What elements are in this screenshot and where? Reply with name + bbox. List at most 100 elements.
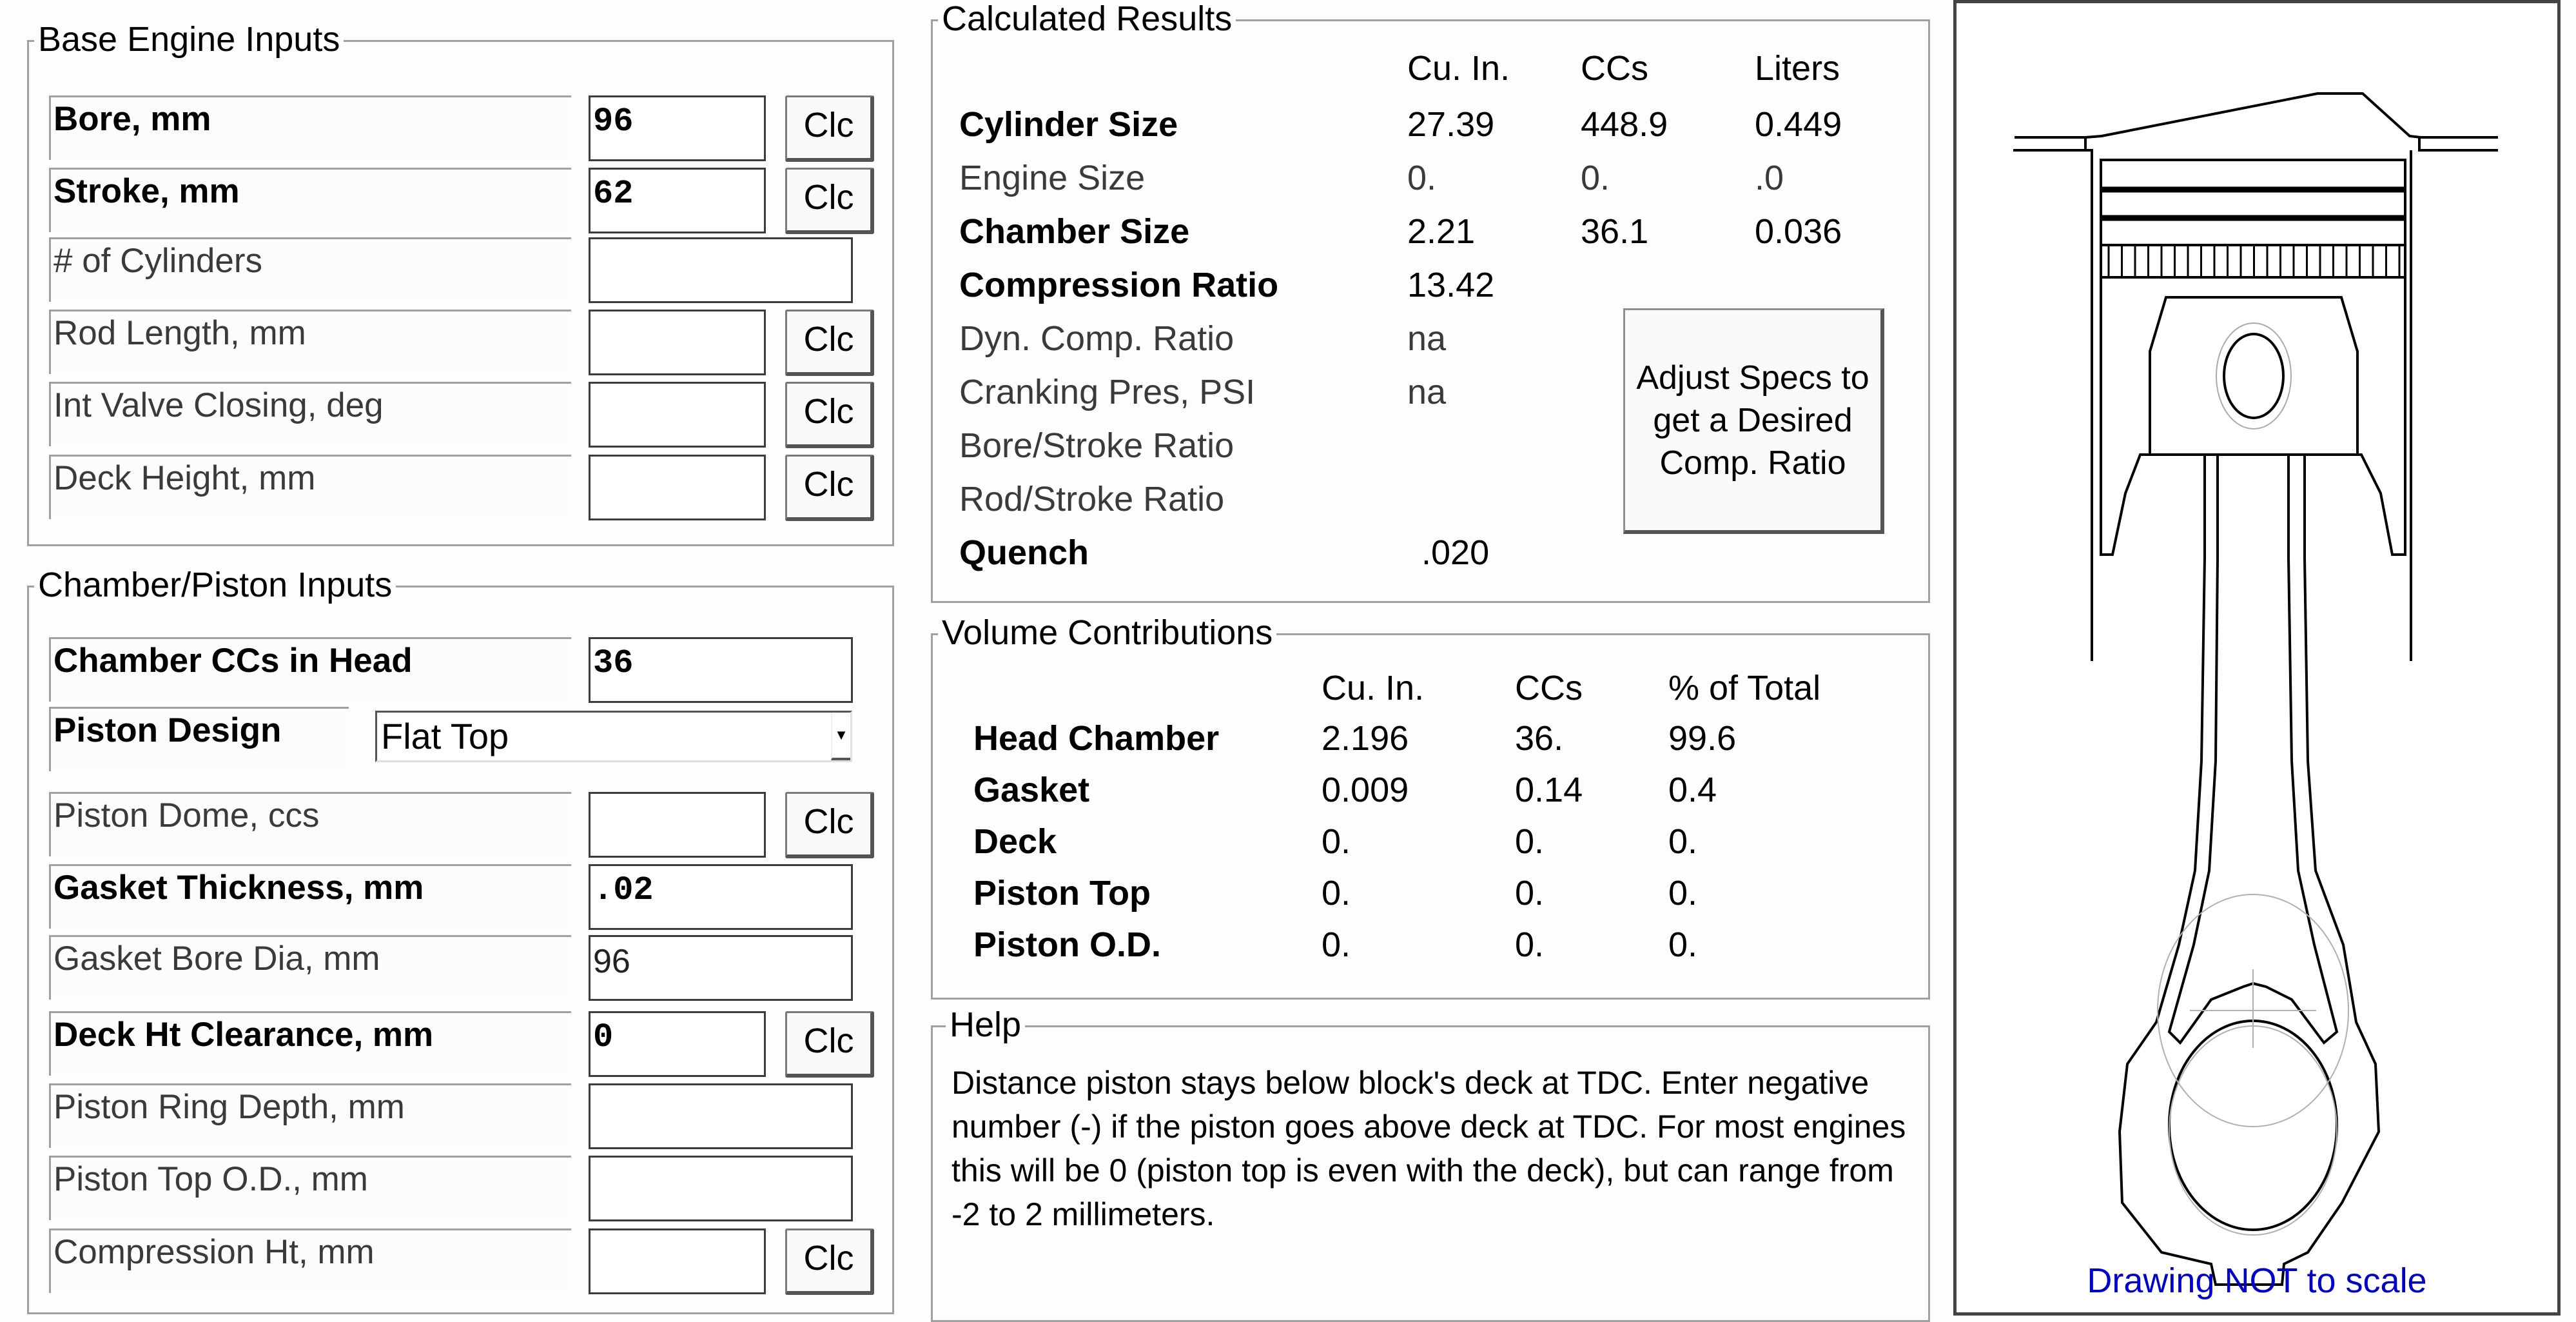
clc-button[interactable]: Clc <box>785 1228 874 1295</box>
calc-value: 27.39 <box>1407 105 1495 144</box>
chamber-input-label: Piston Top O.D., mm <box>49 1156 571 1220</box>
volume-value: 0. <box>1515 822 1545 861</box>
calc-value: 13.42 <box>1407 266 1495 304</box>
calc-value: 0. <box>1581 159 1610 197</box>
base-input-field[interactable] <box>589 237 853 303</box>
base-input-field[interactable] <box>589 310 766 375</box>
adjust-specs-label: Adjust Specs to get a Desired Comp. Rati… <box>1636 359 1869 482</box>
base-input-label: Bore, mm <box>49 95 571 160</box>
calculated-results-title: Calculated Results <box>938 0 1236 38</box>
calc-row-label: Compression Ratio <box>959 266 1279 304</box>
volume-contributions-title: Volume Contributions <box>938 613 1277 652</box>
volume-value: 0. <box>1322 925 1351 964</box>
engine-drawing-panel: Drawing NOT to scale <box>1953 0 2561 1316</box>
volume-row-label: Gasket <box>973 771 1090 809</box>
piston-rod-drawing <box>2013 92 2498 1286</box>
chamber-input-label: Gasket Bore Dia, mm <box>49 935 571 1000</box>
volume-value: 0. <box>1668 874 1698 913</box>
volume-row-label: Piston Top <box>973 874 1151 913</box>
volume-column-header: % of Total <box>1668 669 1821 707</box>
clc-button[interactable]: Clc <box>785 792 874 858</box>
calc-value: na <box>1407 319 1447 358</box>
volume-value: 0.14 <box>1515 771 1583 809</box>
base-input-field[interactable]: 62 <box>589 168 766 233</box>
chamber-input-field[interactable]: 0 <box>589 1011 766 1077</box>
piston-design-label: Piston Design <box>49 707 349 771</box>
wrist-pin-boss <box>2216 322 2292 429</box>
chamber-input-label: Deck Ht Clearance, mm <box>49 1011 571 1076</box>
base-input-label: Int Valve Closing, deg <box>49 382 571 446</box>
piston-design-select[interactable]: Flat Top ▼ <box>375 711 852 762</box>
base-input-label: Deck Height, mm <box>49 455 571 519</box>
clc-button[interactable]: Clc <box>785 455 874 521</box>
help-title: Help <box>946 1005 1026 1044</box>
calc-value: .0 <box>1755 159 1784 197</box>
clc-button[interactable]: Clc <box>785 168 874 234</box>
crank-reference-circles <box>2157 894 2349 1236</box>
dropdown-arrow-icon[interactable]: ▼ <box>831 713 850 760</box>
chamber-input-label: Gasket Thickness, mm <box>49 864 571 929</box>
volume-value: 0. <box>1515 925 1545 964</box>
calc-row-label: Chamber Size <box>959 212 1190 251</box>
calc-row-label: Rod/Stroke Ratio <box>959 480 1225 518</box>
connecting-rod-outline <box>2118 455 2381 1286</box>
chamber-input-label: Piston Ring Depth, mm <box>49 1083 571 1148</box>
calc-column-header: CCs <box>1581 49 1648 88</box>
calc-row-label: Bore/Stroke Ratio <box>959 426 1234 465</box>
calc-row-label: Engine Size <box>959 159 1146 197</box>
volume-value: 36. <box>1515 719 1564 758</box>
chamber-input-field[interactable] <box>589 1228 766 1294</box>
chamber-input-field[interactable]: .02 <box>589 864 853 930</box>
base-input-label: Stroke, mm <box>49 168 571 232</box>
clc-button[interactable]: Clc <box>785 310 874 376</box>
calc-row-label: Dyn. Comp. Ratio <box>959 319 1234 358</box>
chamber-input-field[interactable] <box>589 1156 853 1221</box>
base-engine-inputs-title: Base Engine Inputs <box>34 20 344 59</box>
calc-value: 0. <box>1407 159 1437 197</box>
base-input-field[interactable]: 96 <box>589 95 766 161</box>
volume-column-header: CCs <box>1515 669 1583 707</box>
calc-value: na <box>1407 373 1447 411</box>
clc-button[interactable]: Clc <box>785 1011 874 1078</box>
calc-column-header: Liters <box>1755 49 1840 88</box>
chamber-input-label: Piston Dome, ccs <box>49 792 571 856</box>
chamber-ccs-label: Chamber CCs in Head <box>49 637 571 702</box>
calc-value: 36.1 <box>1581 212 1649 251</box>
help-text: Distance piston stays below block's deck… <box>951 1065 1906 1232</box>
volume-row-label: Deck <box>973 822 1057 861</box>
chamber-input-field[interactable] <box>589 792 766 858</box>
volume-row-label: Head Chamber <box>973 719 1220 758</box>
calc-value: 2.21 <box>1407 212 1476 251</box>
volume-value: 0. <box>1515 874 1545 913</box>
base-input-label: # of Cylinders <box>49 237 571 302</box>
calc-value: 0.449 <box>1755 105 1842 144</box>
base-input-label: Rod Length, mm <box>49 310 571 374</box>
volume-value: 0. <box>1322 874 1351 913</box>
volume-row-label: Piston O.D. <box>973 925 1162 964</box>
volume-value: 2.196 <box>1322 719 1409 758</box>
adjust-specs-button[interactable]: Adjust Specs to get a Desired Comp. Rati… <box>1623 308 1884 534</box>
chamber-piston-inputs-title: Chamber/Piston Inputs <box>34 566 396 604</box>
ring-land-hatch <box>2107 245 2401 277</box>
calc-row-label: Cylinder Size <box>959 105 1178 144</box>
calc-value: 0.036 <box>1755 212 1842 251</box>
piston-design-value: Flat Top <box>381 716 509 756</box>
chamber-ccs-input[interactable]: 36 <box>589 637 853 703</box>
chamber-input-field[interactable] <box>589 1083 853 1149</box>
cylinder-head-outline <box>2013 92 2498 661</box>
chamber-input-field[interactable]: 96 <box>589 935 853 1001</box>
base-input-field[interactable] <box>589 455 766 520</box>
clc-button[interactable]: Clc <box>785 95 874 162</box>
calc-column-header: Cu. In. <box>1407 49 1510 88</box>
crank-pin-bore <box>2168 1020 2338 1231</box>
volume-value: 0.4 <box>1668 771 1717 809</box>
drawing-caption: Drawing NOT to scale <box>2087 1261 2427 1300</box>
calc-value: 448.9 <box>1581 105 1668 144</box>
base-input-field[interactable] <box>589 382 766 448</box>
volume-value: 0. <box>1668 822 1698 861</box>
wrist-pin <box>2223 333 2285 419</box>
calc-row-label: Cranking Pres, PSI <box>959 373 1256 411</box>
chamber-input-label: Compression Ht, mm <box>49 1228 571 1293</box>
clc-button[interactable]: Clc <box>785 382 874 448</box>
volume-column-header: Cu. In. <box>1322 669 1425 707</box>
